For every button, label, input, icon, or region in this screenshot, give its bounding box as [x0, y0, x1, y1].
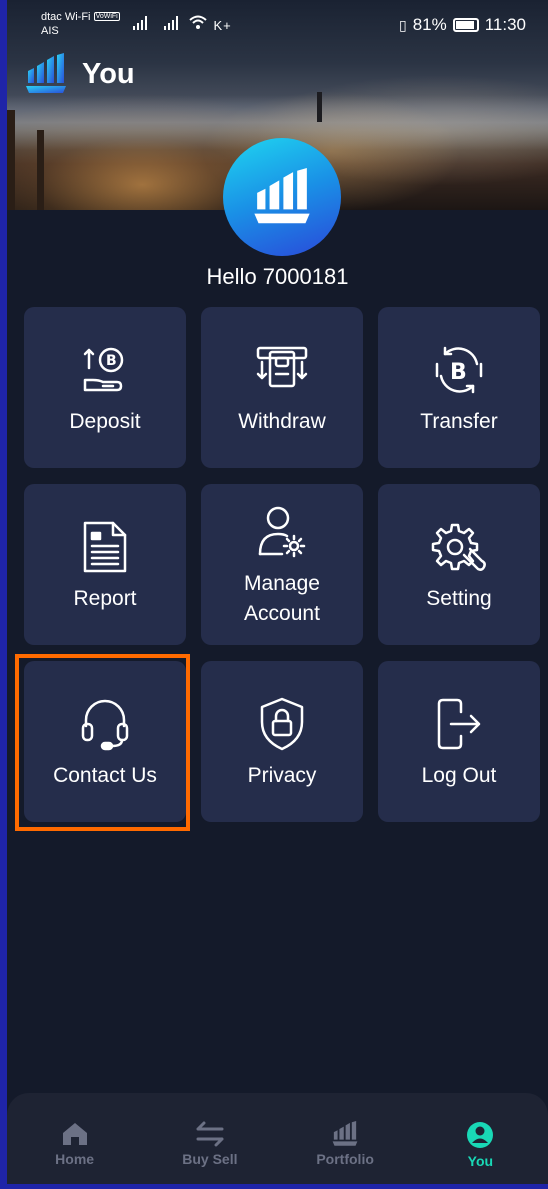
- nav-portfolio[interactable]: Portfolio: [278, 1093, 413, 1184]
- portfolio-icon: [332, 1121, 358, 1146]
- logout-icon: [435, 693, 483, 755]
- svg-text:B: B: [106, 353, 117, 369]
- contact-us-label: Contact Us: [53, 763, 157, 787]
- nav-buy-sell-label: Buy Sell: [182, 1151, 238, 1167]
- log-out-label: Log Out: [421, 763, 497, 787]
- document-icon: [81, 516, 129, 578]
- swap-arrows-icon: [196, 1121, 224, 1147]
- nav-you-label: You: [467, 1153, 494, 1169]
- wifi-icon: [189, 15, 208, 29]
- clock: 11:30: [484, 15, 526, 34]
- home-icon: [62, 1123, 87, 1145]
- company-logo-icon: [26, 53, 66, 93]
- privacy-button[interactable]: Privacy: [201, 661, 363, 822]
- user-greeting: Hello 7000181: [206, 264, 349, 289]
- svg-text:B: B: [450, 360, 467, 385]
- setting-button[interactable]: Setting: [378, 484, 540, 645]
- transfer-button[interactable]: B Transfer: [378, 307, 540, 468]
- signal-icons: K+: [132, 14, 232, 34]
- manage-account-button[interactable]: Manage Account: [201, 484, 363, 645]
- shield-lock-icon: [258, 693, 306, 755]
- signal-icon: [133, 16, 147, 30]
- company-logo-icon: [254, 168, 310, 224]
- avatar: [223, 138, 341, 256]
- nav-home-label: Home: [55, 1151, 95, 1167]
- network-type: K+: [213, 18, 232, 33]
- battery-percent: 81%: [412, 15, 447, 34]
- withdraw-label: Withdraw: [238, 409, 326, 433]
- nav-buy-sell[interactable]: Buy Sell: [142, 1093, 277, 1184]
- phone-screen: dtac Wi-Fi VoWiFi AIS K+ ▯ 81% 11:30 You: [7, 0, 548, 1184]
- headset-icon: [80, 693, 130, 755]
- page-title: You: [82, 57, 135, 90]
- setting-label: Setting: [426, 586, 492, 610]
- nav-you[interactable]: You: [413, 1093, 548, 1184]
- report-label: Report: [73, 586, 137, 610]
- gear-wrench-icon: [430, 516, 488, 578]
- bottom-navigation: Home Buy Sell Portfolio You: [7, 1093, 548, 1184]
- nav-portfolio-label: Portfolio: [316, 1151, 374, 1167]
- user-settings-icon: [256, 501, 308, 563]
- atm-withdraw-icon: [254, 339, 310, 401]
- deposit-button[interactable]: B Deposit: [24, 307, 186, 468]
- bitcoin-transfer-icon: B: [431, 339, 487, 401]
- withdraw-button[interactable]: Withdraw: [201, 307, 363, 468]
- bitcoin-deposit-icon: B: [79, 339, 131, 401]
- app-bar: You: [24, 53, 135, 95]
- vowifi-badge: VoWiFi: [93, 12, 120, 22]
- contact-us-button[interactable]: Contact Us: [24, 661, 186, 822]
- transfer-label: Transfer: [420, 409, 498, 433]
- privacy-label: Privacy: [247, 763, 317, 787]
- status-bar: dtac Wi-Fi VoWiFi AIS K+ ▯ 81% 11:30: [7, 0, 548, 44]
- report-button[interactable]: Report: [24, 484, 186, 645]
- status-right: ▯ 81% 11:30: [399, 15, 526, 35]
- signal-icon: [164, 16, 179, 30]
- log-out-button[interactable]: Log Out: [378, 661, 540, 822]
- deposit-label: Deposit: [69, 409, 141, 433]
- user-circle-icon: [467, 1122, 494, 1148]
- vibrate-icon: ▯: [398, 16, 407, 33]
- manage-account-label: Manage Account: [244, 571, 320, 625]
- nav-home[interactable]: Home: [7, 1093, 142, 1184]
- battery-icon: [452, 18, 479, 32]
- carrier-info: dtac Wi-Fi VoWiFi AIS: [41, 11, 120, 38]
